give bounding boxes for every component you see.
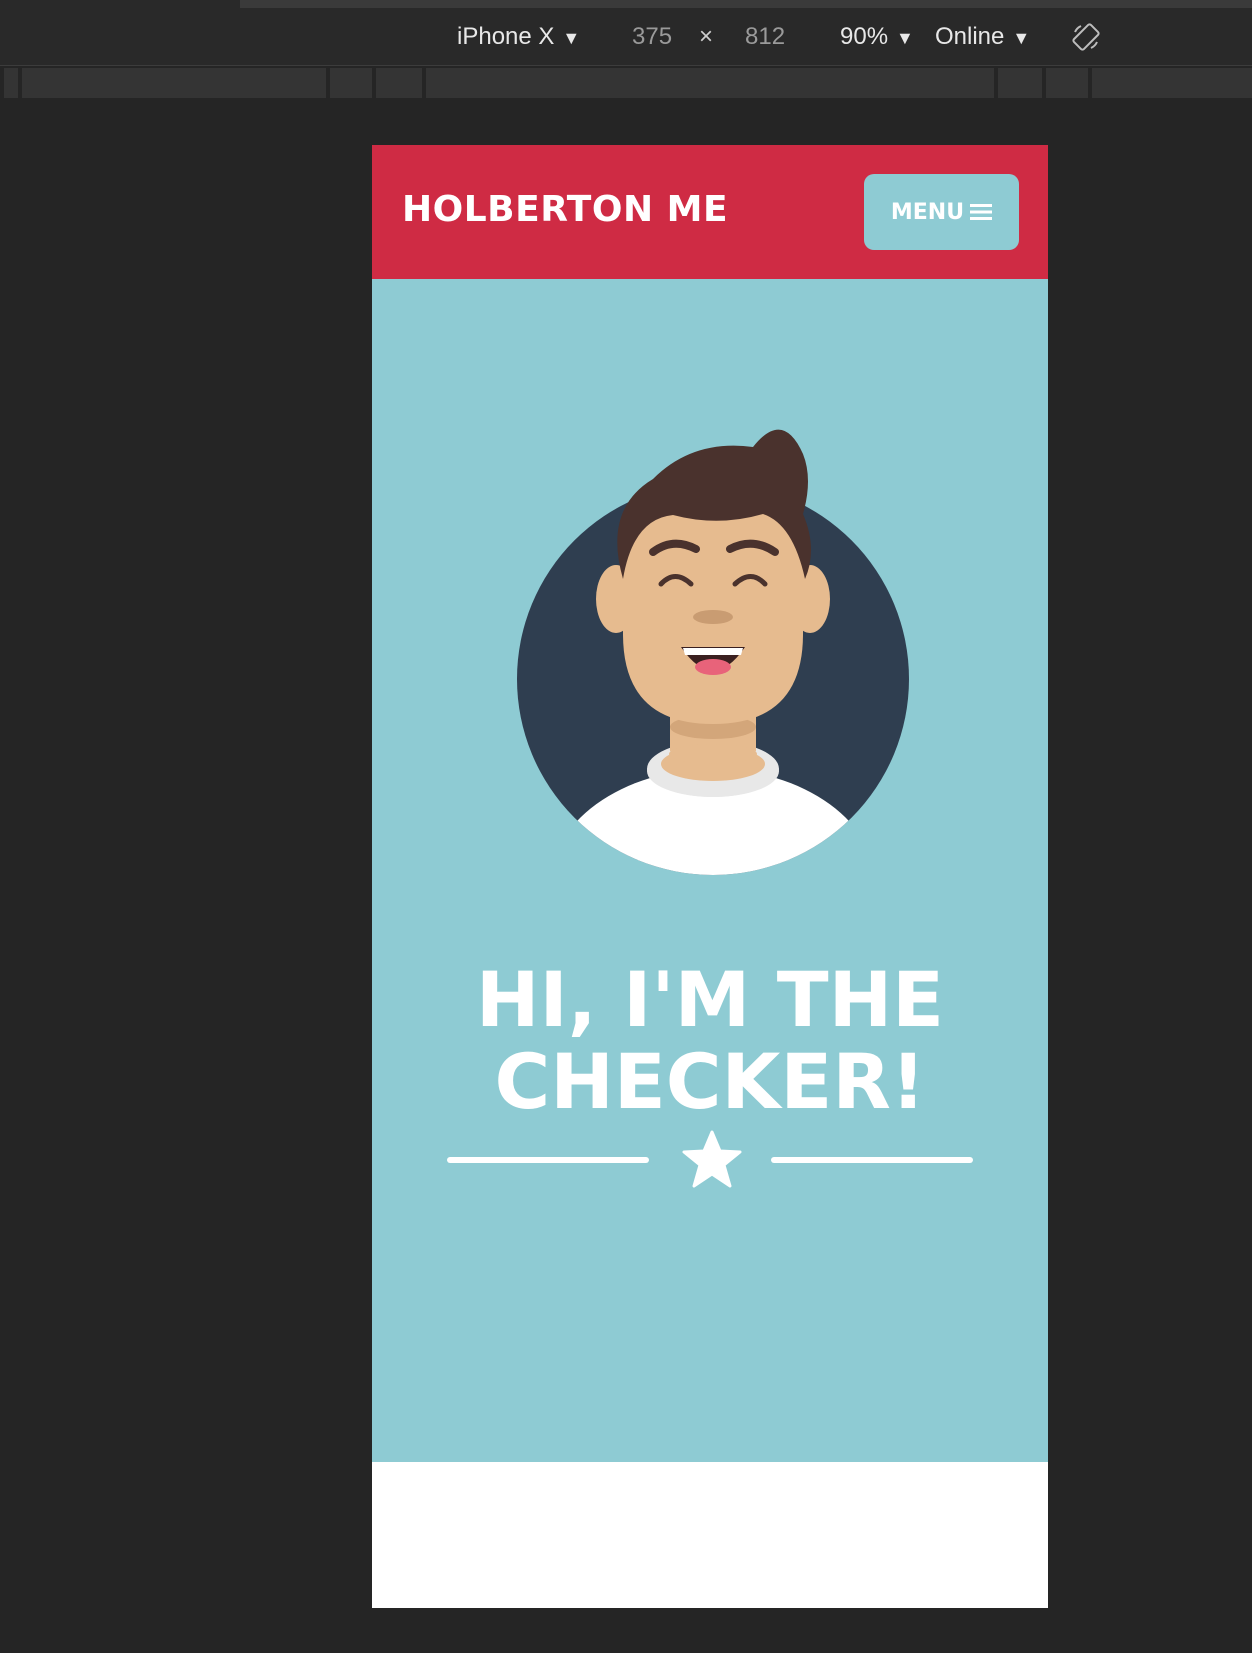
headline-line-1: HI, I'M THE [475, 955, 945, 1044]
device-viewport: HOLBERTON ME MENU HI, I'M THE CHECKER! [372, 145, 1048, 1608]
zoom-select[interactable]: 90% ▼ [840, 20, 914, 54]
hero-section: HI, I'M THE CHECKER! [372, 279, 1048, 1462]
device-select[interactable]: iPhone X ▼ [457, 20, 580, 54]
chevron-down-icon: ▼ [562, 28, 581, 48]
avatar-illustration [517, 429, 909, 875]
headline-line-2: CHECKER! [494, 1037, 926, 1126]
media-query-segment[interactable] [1092, 68, 1252, 98]
media-query-segment[interactable] [998, 68, 1042, 98]
star-icon [682, 1130, 742, 1188]
media-query-segment[interactable] [376, 68, 422, 98]
media-query-segment[interactable] [330, 68, 372, 98]
divider-line-left [447, 1157, 649, 1163]
chevron-down-icon: ▼ [1012, 28, 1031, 48]
viewport-height-input[interactable]: 812 [745, 20, 785, 54]
media-query-segment[interactable] [4, 68, 18, 98]
network-select-label: Online [935, 23, 1005, 50]
devtools-device-toolbar: iPhone X ▼ 375 × 812 90% ▼ Online ▼ [0, 0, 1252, 66]
site-brand[interactable]: HOLBERTON ME [402, 189, 728, 230]
divider-line-right [771, 1157, 973, 1163]
site-header: HOLBERTON ME MENU [372, 145, 1048, 279]
media-query-segment[interactable] [22, 68, 326, 98]
menu-button[interactable]: MENU [864, 174, 1019, 250]
chevron-down-icon: ▼ [896, 28, 914, 48]
star-divider [447, 1124, 973, 1194]
menu-button-label: MENU [890, 199, 965, 225]
dimension-separator: × [699, 23, 714, 50]
device-select-label: iPhone X [457, 23, 555, 50]
hamburger-icon [970, 204, 993, 220]
viewport-width-input[interactable]: 375 [632, 20, 672, 54]
media-query-bar [0, 66, 1252, 102]
rotate-device-icon[interactable] [1071, 22, 1101, 52]
network-throttle-select[interactable]: Online ▼ [935, 20, 1030, 54]
media-query-segment[interactable] [426, 68, 994, 98]
zoom-select-label: 90% [840, 23, 889, 50]
toolbar-top-line [240, 0, 1252, 8]
hero-headline: HI, I'M THE CHECKER! [372, 959, 1048, 1123]
media-query-segment[interactable] [1046, 68, 1088, 98]
